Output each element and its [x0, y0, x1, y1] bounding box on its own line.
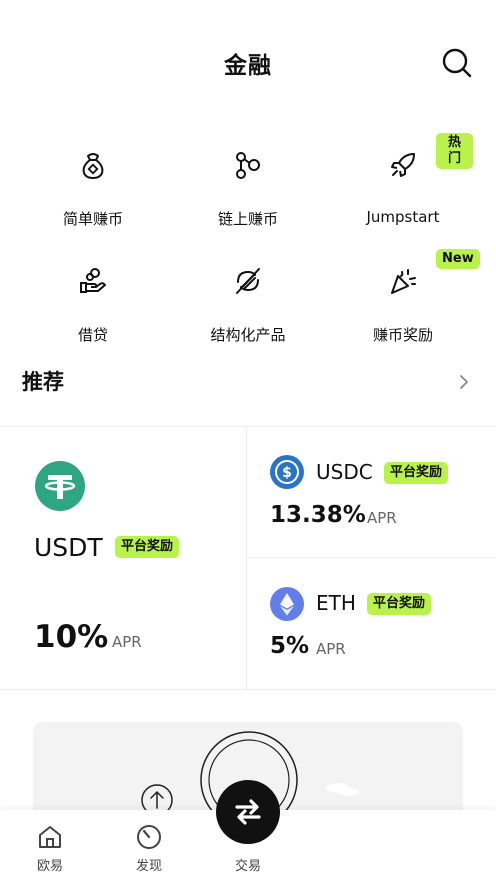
grid-item-label: 结构化产品 — [210, 326, 286, 344]
tab-discover[interactable]: 发现 — [99, 810, 199, 882]
apr-value: 13.38% — [270, 502, 366, 528]
home-icon — [37, 824, 63, 850]
apr-label: APR — [316, 640, 346, 658]
svg-text:$: $ — [282, 465, 292, 481]
platform-reward-badge: 平台奖励 — [115, 536, 180, 558]
recommend-header[interactable]: 推荐 — [22, 366, 474, 402]
tab-home[interactable]: 欧易 — [0, 810, 100, 882]
discover-icon — [136, 824, 162, 850]
grid-item-label: Jumpstart — [366, 208, 440, 226]
tether-icon — [35, 461, 85, 511]
platform-reward-badge: 平台奖励 — [367, 593, 432, 615]
card-usdc[interactable]: $ USDC 平台奖励 13.38% APR — [248, 427, 496, 558]
trade-fab-button[interactable] — [216, 780, 280, 844]
apr-value: 10% — [34, 619, 109, 655]
swap-icon — [230, 794, 266, 830]
coin-name: USDT — [34, 533, 103, 562]
grid-item-jumpstart[interactable]: Jumpstart 热门 — [333, 130, 473, 230]
rocket-icon — [388, 150, 418, 180]
search-icon[interactable] — [440, 46, 474, 80]
coin-name: USDC — [316, 460, 373, 484]
tab-label: 发现 — [135, 859, 162, 874]
grid-item-structured-products[interactable]: 结构化产品 — [178, 246, 318, 346]
recommend-cards: USDT 平台奖励 10% APR $ USDC 平台奖励 13.38% APR… — [0, 426, 496, 690]
coin-name: ETH — [316, 591, 356, 615]
page-title: 金融 — [224, 53, 272, 79]
hot-badge: 热门 — [436, 133, 473, 169]
grid-item-simple-earn[interactable]: 简单赚币 — [23, 130, 163, 230]
grid-item-onchain-earn[interactable]: 链上赚币 — [178, 130, 318, 230]
chevron-right-icon[interactable] — [454, 372, 474, 392]
grid-item-label: 简单赚币 — [62, 210, 123, 228]
tab-label: 交易 — [234, 859, 261, 874]
header: 金融 — [0, 0, 496, 120]
grid-item-label: 借贷 — [77, 326, 108, 344]
card-usdt[interactable]: USDT 平台奖励 10% APR — [0, 427, 247, 689]
usdc-icon: $ — [270, 455, 304, 489]
platform-reward-badge: 平台奖励 — [384, 462, 449, 484]
structured-product-icon — [233, 266, 263, 296]
grid-item-label: 链上赚币 — [217, 210, 278, 228]
grid-item-earn-rewards[interactable]: 赚币奖励 New — [333, 246, 480, 346]
new-badge: New — [436, 249, 480, 269]
money-bag-icon — [78, 150, 108, 180]
grid-item-loan[interactable]: 借贷 — [23, 246, 163, 346]
apr-label: APR — [112, 633, 142, 651]
ethereum-icon — [270, 587, 304, 621]
loan-hand-icon — [78, 266, 108, 296]
party-popper-icon — [388, 266, 418, 296]
grid-item-label: 赚币奖励 — [372, 326, 433, 344]
tab-label: 欧易 — [36, 859, 63, 874]
recommend-title: 推荐 — [22, 370, 64, 394]
card-eth[interactable]: ETH 平台奖励 5% APR — [248, 558, 496, 689]
apr-label: APR — [367, 509, 397, 527]
chain-nodes-icon — [233, 150, 263, 180]
apr-value: 5% — [270, 633, 310, 659]
